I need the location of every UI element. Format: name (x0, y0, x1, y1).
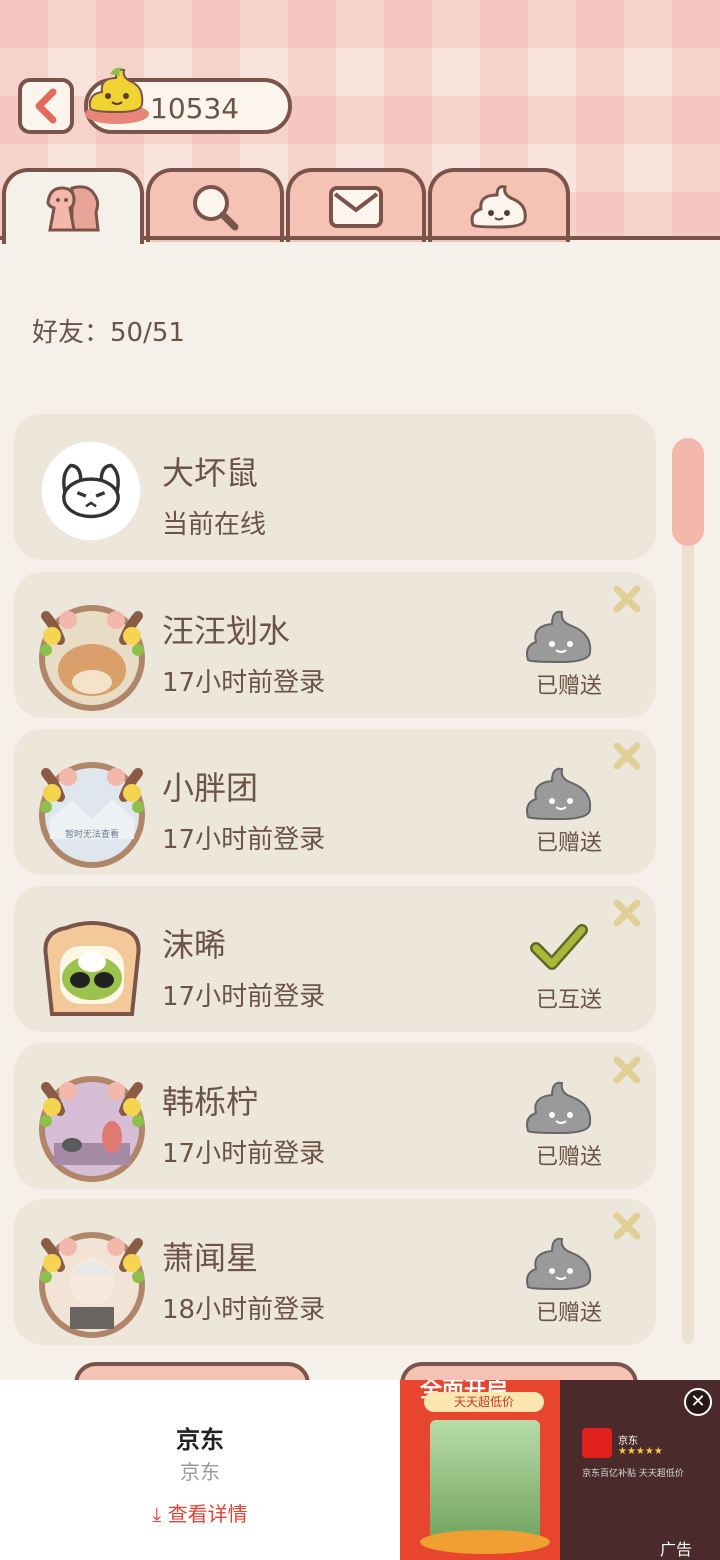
jd-logo (582, 1428, 612, 1458)
tab-gift[interactable] (428, 168, 570, 242)
gift-status-label: 已赠送 (536, 674, 603, 699)
friend-count: 好友：50/51 (32, 318, 185, 348)
deer-antler-avatar (39, 1232, 145, 1338)
download-icon: ⤓ (152, 1502, 162, 1526)
poop-icon (470, 185, 527, 229)
ad-tagline: 京东百亿补贴 天天超低价 (582, 1469, 684, 1479)
gift-status-label: 已赠送 (536, 831, 603, 856)
deer-antler-avatar: 暂时无法查看 (39, 762, 145, 868)
tab-friends[interactable] (2, 168, 144, 244)
scrollbar-track[interactable] (682, 440, 694, 1344)
ad-label: 广告 (660, 1540, 693, 1559)
scrollbar-thumb[interactable] (672, 438, 704, 546)
friends-icon (46, 185, 100, 232)
friend-status: 17小时前登录 (162, 1139, 326, 1169)
gift-status-label: 已赠送 (536, 1145, 603, 1170)
ad-banner[interactable]: 京东 京东 ⤓ 查看详情 全面开启 天天超低价 京东 ★★★★★ 京东百亿补贴 … (0, 1380, 720, 1560)
gift-sent-icon (526, 1237, 592, 1291)
friend-card[interactable]: 萧闻星 18小时前登录 已赠送 (14, 1199, 656, 1345)
ad-rating-stars: ★★★★★ (618, 1446, 663, 1457)
ad-image-banner: 天天超低价 (424, 1392, 544, 1412)
ad-subtitle: 京东 (180, 1460, 220, 1484)
gift-sent-icon (526, 1081, 592, 1135)
ad-image[interactable]: 全面开启 天天超低价 京东 ★★★★★ 京东百亿补贴 天天超低价 (400, 1380, 720, 1560)
friend-status: 17小时前登录 (162, 825, 326, 855)
friend-card[interactable]: 沫晞 17小时前登录 已互送 (14, 886, 656, 1032)
coin-balance: 10534 (84, 67, 292, 134)
check-icon (530, 924, 588, 970)
back-button[interactable] (18, 78, 74, 134)
friend-status: 当前在线 (162, 510, 267, 540)
gift-sent-icon (526, 767, 592, 821)
deer-antler-avatar (39, 1076, 145, 1182)
gift-status-label: 已互送 (536, 988, 603, 1013)
remove-friend-icon[interactable] (610, 739, 644, 773)
ad-close-button[interactable]: ✕ (684, 1388, 712, 1416)
friend-name: 小胖团 (162, 769, 259, 807)
poop-coin-icon (85, 67, 149, 124)
friend-name: 萧闻星 (162, 1239, 259, 1277)
friend-name: 大坏鼠 (162, 454, 259, 492)
friend-status: 17小时前登录 (162, 982, 326, 1012)
toast-avatar (43, 921, 141, 1016)
ad-details-link[interactable]: ⤓ 查看详情 (0, 1498, 400, 1527)
gift-status-label: 已赠送 (536, 1301, 603, 1326)
remove-friend-icon[interactable] (610, 582, 644, 616)
ad-title: 京东 (176, 1426, 224, 1454)
gift-sent-icon (526, 610, 592, 664)
search-icon (193, 185, 239, 231)
friend-status: 18小时前登录 (162, 1295, 326, 1325)
friend-name: 汪汪划水 (162, 612, 291, 650)
ad-brand-name: 京东 (618, 1436, 638, 1447)
remove-friend-icon[interactable] (610, 1053, 644, 1087)
remove-friend-icon[interactable] (610, 1209, 644, 1243)
coin-count: 10534 (150, 92, 240, 125)
tab-search[interactable] (146, 168, 284, 242)
chevron-left-icon (35, 88, 57, 124)
rat-avatar (41, 441, 141, 541)
friend-card[interactable]: 大坏鼠 当前在线 (14, 414, 656, 560)
friend-card[interactable]: 韩栎柠 17小时前登录 已赠送 (14, 1043, 656, 1189)
avatar-unavailable-text: 暂时无法查看 (65, 828, 119, 840)
friend-name: 韩栎柠 (162, 1083, 259, 1121)
remove-friend-icon[interactable] (610, 896, 644, 930)
mail-icon (329, 186, 383, 228)
deer-antler-avatar (39, 605, 145, 711)
friend-card[interactable]: 汪汪划水 17小时前登录 已赠送 (14, 572, 656, 718)
friend-card[interactable]: 暂时无法查看 小胖团 17小时前登录 已赠送 (14, 729, 656, 875)
tab-mail[interactable] (286, 168, 426, 242)
friend-name: 沫晞 (162, 926, 227, 964)
friend-status: 17小时前登录 (162, 668, 326, 698)
